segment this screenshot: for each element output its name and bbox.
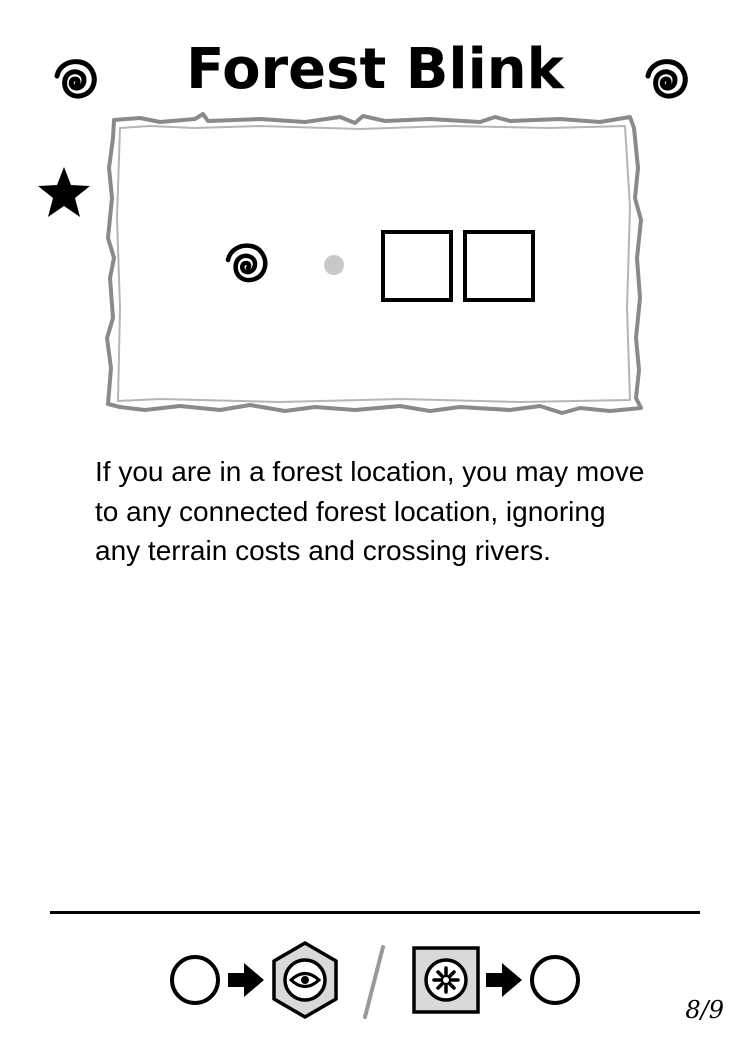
- arrow-right-icon: [486, 963, 522, 997]
- star-icon: [38, 167, 90, 217]
- empty-slot: [381, 230, 453, 302]
- spiral-icon: [225, 243, 268, 283]
- ability-card: Forest Blink If you are in a forest loca…: [0, 0, 750, 1050]
- square-compass-icon: [412, 946, 480, 1014]
- footer-divider: [50, 911, 700, 914]
- footer-icons: [170, 940, 580, 1020]
- spiral-icon: [54, 59, 97, 99]
- spiral-icon: [645, 59, 688, 99]
- circle-icon: [530, 955, 580, 1005]
- empty-slot: [463, 230, 535, 302]
- arrow-right-icon: [228, 963, 264, 997]
- page-number: 8/9: [685, 996, 724, 1024]
- slash-divider: [363, 945, 385, 1019]
- hex-eye-icon: [272, 940, 338, 1020]
- rules-text: If you are in a forest location, you may…: [95, 456, 645, 566]
- circle-icon: [170, 955, 220, 1005]
- parchment-frame: [105, 112, 643, 415]
- separator-dot: [324, 255, 344, 275]
